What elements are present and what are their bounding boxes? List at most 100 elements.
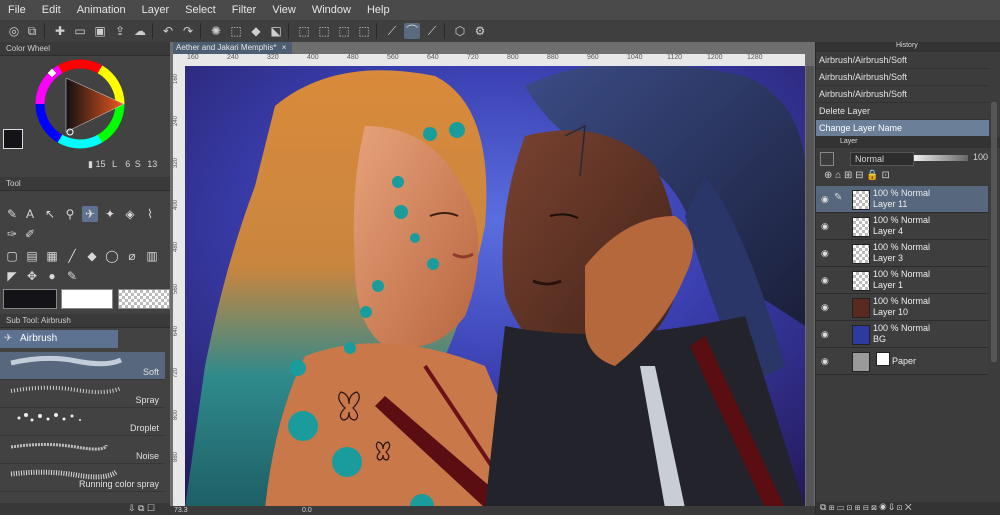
gradient-icon[interactable]: ▥ [144, 248, 160, 264]
layer-mode: 100 % Normal [873, 188, 931, 198]
layer-item[interactable]: ◉ ✎ 100 % Normal Layer 11 [816, 186, 988, 213]
pen-icon[interactable]: ✎ [4, 206, 20, 222]
sub-color-box[interactable] [61, 289, 113, 309]
eye-icon[interactable]: ◉ [821, 221, 831, 231]
canvas-artwork[interactable] [185, 66, 805, 508]
eye-icon[interactable]: ◉ [821, 329, 831, 339]
cloud-icon[interactable]: ☁ [132, 23, 148, 39]
lasso-icon[interactable]: ⌀ [124, 248, 140, 264]
history-tab[interactable]: History [896, 42, 918, 49]
tab-close-icon[interactable]: × [282, 43, 287, 52]
frame-icon[interactable]: ▤ [24, 248, 40, 264]
fill-icon[interactable]: ◆ [248, 23, 264, 39]
open-icon[interactable]: ▭ [72, 23, 88, 39]
subtool-droplet[interactable]: Droplet [0, 408, 165, 436]
tool-panel-header: Tool [0, 177, 170, 191]
settings-icon[interactable]: ⚙ [472, 23, 488, 39]
transform-icon[interactable]: ⬕ [268, 23, 284, 39]
pencil-icon[interactable]: ✐ [22, 226, 38, 242]
invert-icon[interactable]: ⬚ [356, 23, 372, 39]
history-item-selected[interactable]: Change Layer Name [816, 120, 989, 137]
ruler-icon[interactable]: ⟋ [424, 23, 440, 39]
subtool-soft[interactable]: Soft [0, 352, 165, 380]
history-item[interactable]: Delete Layer [816, 103, 989, 120]
document-tab[interactable]: Aether and Jakari Memphis* × [173, 42, 292, 54]
eye-icon[interactable]: ◉ [821, 356, 831, 366]
subtool-footer-icons[interactable]: ⇩ ⧉ ☐ [128, 503, 155, 514]
move-icon[interactable]: ✥ [24, 268, 40, 284]
layer-color-toggle[interactable] [820, 152, 834, 166]
menu-view[interactable]: View [264, 0, 304, 20]
eye-icon[interactable]: ◉ [821, 194, 831, 204]
subtool-running-color-spray[interactable]: Running color spray [0, 464, 165, 492]
eye-icon[interactable]: ◉ [821, 248, 831, 258]
3d-icon[interactable]: ⬡ [452, 23, 468, 39]
snap-curve-icon[interactable]: ⌒ [404, 23, 420, 39]
balloon-icon[interactable]: ◯ [104, 248, 120, 264]
selection-icon[interactable]: ⬚ [336, 23, 352, 39]
decoration-icon[interactable]: ✦ [102, 206, 118, 222]
eye-icon[interactable]: ◉ [821, 275, 831, 285]
figure-icon[interactable]: ▢ [4, 248, 20, 264]
menu-window[interactable]: Window [304, 0, 359, 20]
layer-tool-icons[interactable]: ⊕ ⌂ ⊞ ⊟ 🔒 ⊡ [824, 170, 890, 181]
snap-line-icon[interactable]: ⟋ [384, 23, 400, 39]
operation-icon[interactable]: ↖ [42, 206, 58, 222]
subtool-group-tab[interactable]: ✈ Airbrush [0, 330, 118, 348]
eraser-icon[interactable]: ◈ [122, 206, 138, 222]
history-item[interactable]: Airbrush/Airbrush/Soft [816, 86, 989, 103]
history-item[interactable]: Airbrush/Airbrush/Soft [816, 52, 989, 69]
blend-icon[interactable]: ⌇ [142, 206, 158, 222]
subtool-spray[interactable]: Spray [0, 380, 165, 408]
undo-icon[interactable]: ↶ [160, 23, 176, 39]
ruler-tick: 400 [307, 54, 319, 61]
menu-animation[interactable]: Animation [69, 0, 134, 20]
clear-icon[interactable]: ⬚ [228, 23, 244, 39]
save-icon[interactable]: ▣ [92, 23, 108, 39]
grid-icon[interactable]: ▦ [44, 248, 60, 264]
layer-item[interactable]: ◉ Paper [816, 348, 988, 375]
layer-scrollbar[interactable] [991, 102, 997, 362]
eyedropper-icon[interactable]: ⚲ [62, 206, 78, 222]
layer-item[interactable]: ◉ 100 % Normal Layer 4 [816, 213, 988, 240]
layer-tab[interactable]: Layer [840, 138, 858, 145]
transparent-color-box[interactable] [118, 289, 170, 309]
canvas-vertical-scrollbar[interactable] [806, 66, 814, 506]
color-fill-icon[interactable]: ● [44, 268, 60, 284]
main-color-swatch[interactable] [3, 129, 23, 149]
window-icon[interactable]: ⧉ [24, 23, 40, 39]
text-icon[interactable]: A [22, 206, 38, 222]
airbrush-tool-icon[interactable]: ✈ [82, 206, 98, 222]
export-icon[interactable]: ⇪ [112, 23, 128, 39]
eye-icon[interactable]: ◉ [821, 302, 831, 312]
brush-icon[interactable]: ✑ [4, 226, 20, 242]
liquify-icon[interactable]: ✎ [64, 268, 80, 284]
layer-item[interactable]: ◉ 100 % Normal Layer 3 [816, 240, 988, 267]
layer-item[interactable]: ◉ 100 % Normal BG [816, 321, 988, 348]
new-canvas-icon[interactable]: ✚ [52, 23, 68, 39]
blend-mode-select[interactable]: Normal [850, 152, 914, 166]
subtool-noise[interactable]: Noise [0, 436, 165, 464]
zoom-value[interactable]: 73.3 [174, 506, 188, 515]
menu-help[interactable]: Help [359, 0, 398, 20]
redo-icon[interactable]: ↷ [180, 23, 196, 39]
menu-file[interactable]: File [0, 0, 34, 20]
fill-bucket-icon[interactable]: ◆ [84, 248, 100, 264]
loading-icon[interactable]: ✺ [208, 23, 224, 39]
history-item[interactable]: Airbrush/Airbrush/Soft [816, 69, 989, 86]
rotation-value[interactable]: 0.0 [302, 506, 312, 515]
line-icon[interactable]: ╱ [64, 248, 80, 264]
select-icon[interactable]: ⬚ [296, 23, 312, 39]
menu-select[interactable]: Select [177, 0, 224, 20]
main-color-box[interactable] [3, 289, 57, 309]
crop-icon[interactable]: ⬚ [316, 23, 332, 39]
layer-item[interactable]: ◉ 100 % Normal Layer 10 [816, 294, 988, 321]
layer-item[interactable]: ◉ 100 % Normal Layer 1 [816, 267, 988, 294]
correct-icon[interactable]: ◤ [4, 268, 20, 284]
menu-filter[interactable]: Filter [224, 0, 264, 20]
menu-layer[interactable]: Layer [134, 0, 178, 20]
opacity-value[interactable]: 100 [973, 152, 988, 162]
opacity-slider[interactable] [914, 155, 968, 161]
menu-edit[interactable]: Edit [34, 0, 69, 20]
layer-footer-icons[interactable]: ⧉ ⊞ ▭ ⊡ ⊞ ⊟ ⊠ ◉ ⇩ ⊡ ✕ [820, 502, 912, 513]
